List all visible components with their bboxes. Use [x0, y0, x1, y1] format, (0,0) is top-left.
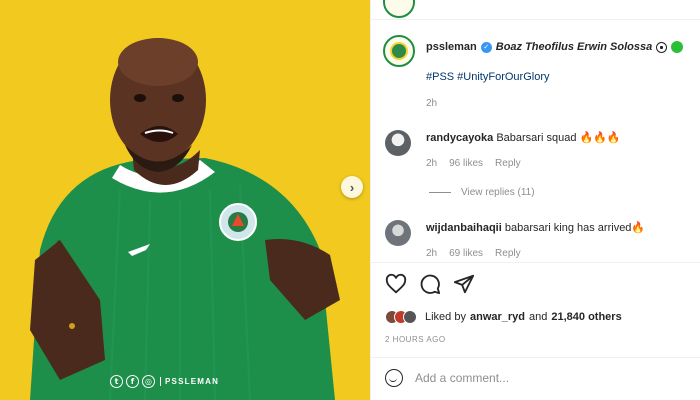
likes-summary: Liked by anwar_ryd and 21,840 others [385, 310, 622, 324]
comment-text: wijdanbaihaqii babarsari king has arrive… [426, 221, 645, 234]
chevron-right-icon: › [349, 179, 355, 195]
player-photo [0, 0, 370, 400]
club-logo-icon [390, 42, 408, 60]
brand-text: PSSLEMAN [160, 377, 219, 386]
comment-likes[interactable]: 96 likes [449, 158, 483, 169]
comment-time: 2h [426, 248, 438, 259]
comment-avatar[interactable] [385, 130, 411, 156]
liked-by-conj: and [529, 311, 548, 323]
view-replies-label: View replies (11) [461, 187, 535, 198]
soccer-ball-icon [656, 41, 668, 53]
comment-username[interactable]: wijdanbaihaqii [426, 222, 502, 234]
comment-time: 2h [426, 158, 438, 169]
post-timestamp: 2 HOURS AGO [385, 335, 446, 344]
add-comment-input[interactable] [415, 371, 655, 385]
liked-by-others[interactable]: 21,840 others [551, 311, 621, 323]
caption-line: pssleman ✓ Boaz Theofilus Erwin Solossa [426, 41, 684, 53]
caption-hashtags[interactable]: #PSS #UnityForOurGlory [426, 71, 549, 83]
comment-text: randycayoka Babarsari squad 🔥🔥🔥 [426, 131, 621, 144]
brand-watermark: t f ◎ PSSLEMAN [110, 375, 219, 388]
add-comment-row [385, 369, 655, 387]
caption-username[interactable]: pssleman [426, 41, 477, 53]
comment-reply-button[interactable]: Reply [495, 158, 521, 169]
liker-avatar [403, 310, 417, 324]
replies-divider [429, 192, 451, 193]
comment-likes[interactable]: 69 likes [449, 248, 483, 259]
actions-divider [371, 262, 700, 263]
liker-avatars [385, 310, 417, 324]
share-icon[interactable] [453, 273, 475, 295]
caption-text: Boaz Theofilus Erwin Solossa [495, 41, 653, 53]
comment-body: Babarsari squad 🔥🔥🔥 [496, 132, 621, 144]
liked-by-user[interactable]: anwar_ryd [470, 311, 525, 323]
instagram-icon: ◎ [142, 375, 155, 388]
add-comment-divider [371, 357, 700, 358]
header-divider [371, 19, 700, 20]
liked-by-label: Liked by [425, 311, 466, 323]
next-image-button[interactable]: › [341, 176, 363, 198]
comment-icon[interactable] [419, 273, 441, 295]
view-replies-button[interactable]: View replies (11) [429, 187, 535, 198]
heart-icon[interactable] [385, 273, 407, 295]
verified-icon: ✓ [480, 41, 492, 53]
post-image[interactable]: › t f ◎ PSSLEMAN [0, 0, 370, 400]
comment-avatar[interactable] [385, 220, 411, 246]
emoji-icon[interactable] [385, 369, 403, 387]
caption-avatar[interactable] [383, 35, 415, 67]
green-circle-icon [671, 41, 684, 53]
caption-time: 2h [426, 98, 438, 109]
header-avatar[interactable] [383, 0, 415, 18]
comment-meta: 2h 96 likes Reply [426, 158, 521, 169]
facebook-icon: f [126, 375, 139, 388]
comment-body: babarsari king has arrived🔥 [504, 222, 646, 234]
twitter-icon: t [110, 375, 123, 388]
comments-panel: pssleman ✓ Boaz Theofilus Erwin Solossa … [370, 0, 700, 400]
comment-meta: 2h 69 likes Reply [426, 248, 521, 259]
action-bar [385, 273, 475, 295]
comment-username[interactable]: randycayoka [426, 132, 493, 144]
comment-reply-button[interactable]: Reply [495, 248, 521, 259]
